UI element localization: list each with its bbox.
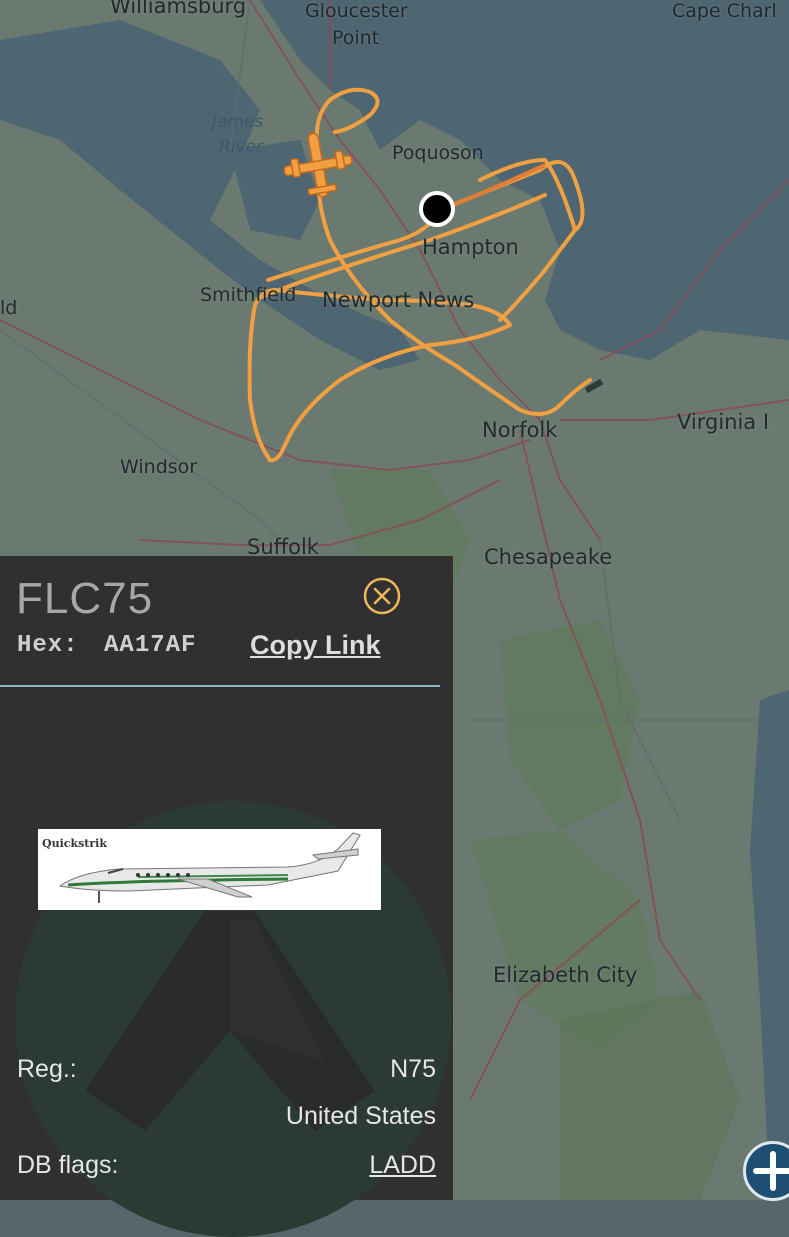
place-label-poquoson: Poquoson xyxy=(392,142,484,164)
place-label-hampton: Hampton xyxy=(422,235,519,259)
plus-icon[interactable] xyxy=(746,1144,789,1198)
place-label-cape-charles: Cape Charl xyxy=(672,0,777,22)
db-flags-label: DB flags: xyxy=(17,1151,119,1179)
zoom-in-button[interactable] xyxy=(743,1141,789,1201)
water-label-river: River xyxy=(219,137,264,157)
water-label-james: James xyxy=(212,112,264,132)
place-label-gloucester-point: Point xyxy=(332,27,380,49)
country-value: United States xyxy=(285,1102,436,1130)
place-label-virginia-beach: Virginia I xyxy=(677,410,770,434)
aircraft-callsign: FLC75 xyxy=(16,574,154,623)
reg-value: N75 xyxy=(390,1055,436,1083)
place-label-gloucester: Gloucester xyxy=(305,0,408,22)
panel-divider xyxy=(0,685,440,687)
place-label-norfolk: Norfolk xyxy=(482,418,558,442)
close-circle-icon[interactable] xyxy=(362,576,402,616)
place-label-windsor: Windsor xyxy=(120,456,198,478)
place-label-newport-news: Newport News xyxy=(322,288,475,312)
photo-caption: Quickstrik xyxy=(42,837,107,850)
hex-label: Hex: xyxy=(17,632,79,659)
place-label-chesapeake: Chesapeake xyxy=(484,545,613,569)
hex-value: AA17AF xyxy=(104,632,197,659)
place-label-isle-fragment: ld xyxy=(0,297,18,319)
place-label-elizabeth-city: Elizabeth City xyxy=(493,963,638,987)
aircraft-photo[interactable]: Quickstrik xyxy=(38,829,381,910)
place-label-williamsburg: Williamsburg xyxy=(110,0,247,18)
place-label-smithfield: Smithfield xyxy=(200,284,297,306)
reg-label: Reg.: xyxy=(17,1055,77,1083)
position-marker xyxy=(419,191,455,227)
close-button[interactable] xyxy=(362,576,402,616)
hex-row: Hex: AA17AF xyxy=(17,632,196,659)
copy-link-button[interactable]: Copy Link xyxy=(250,630,381,661)
db-flags-value[interactable]: LADD xyxy=(369,1151,436,1180)
